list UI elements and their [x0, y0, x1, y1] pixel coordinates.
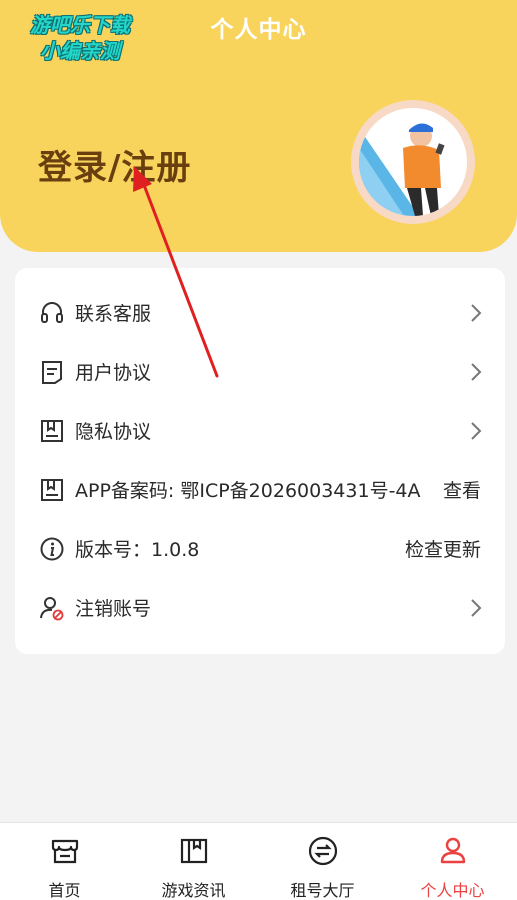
tab-profile[interactable]: 个人中心: [388, 823, 517, 900]
tab-label: 租号大厅: [290, 881, 355, 900]
check-update-button[interactable]: 检查更新: [405, 535, 481, 562]
chevron-right-icon: [471, 303, 482, 322]
menu-item-label: APP备案码: 鄂ICP备2026003431号-4A: [75, 480, 421, 502]
menu-card: 联系客服 用户协议 隐私协议 APP备案码: 鄂ICP备2026003431号-…: [15, 268, 505, 654]
menu-item-label: 用户协议: [75, 362, 152, 384]
profile-header: 游吧乐下载 小编亲测 个人中心 登录/注册: [0, 0, 517, 252]
store-icon: [51, 839, 78, 864]
tab-home[interactable]: 首页: [0, 823, 129, 900]
menu-item-delete-account[interactable]: 注销账号: [15, 578, 505, 637]
tab-label: 个人中心: [420, 881, 485, 900]
tab-game-news[interactable]: 游戏资讯: [129, 823, 258, 900]
info-icon: [40, 537, 64, 560]
menu-item-version: 版本号：1.0.8 检查更新: [15, 519, 505, 578]
version-label: 版本号：1.0.8: [75, 539, 200, 561]
bookmark-document-icon: [41, 419, 63, 442]
headset-icon: [41, 301, 63, 323]
menu-item-label: 联系客服: [75, 303, 152, 325]
avatar-image: [359, 108, 467, 216]
news-book-icon: [180, 838, 207, 864]
view-record-button[interactable]: 查看: [443, 476, 481, 503]
tab-label: 首页: [48, 881, 81, 900]
tab-rental-hall[interactable]: 租号大厅: [258, 823, 387, 900]
page-title: 个人中心: [210, 17, 307, 43]
menu-item-customer-service[interactable]: 联系客服: [15, 283, 505, 342]
avatar[interactable]: [351, 100, 475, 224]
login-register-link[interactable]: 登录/注册: [38, 140, 191, 189]
menu-item-label: 注销账号: [75, 598, 152, 620]
menu-item-privacy-policy[interactable]: 隐私协议: [15, 401, 505, 460]
user-cancel-icon: [40, 596, 64, 620]
bottom-tab-bar: 首页 游戏资讯 租号大厅 个人中心: [0, 822, 517, 900]
tab-label: 游戏资讯: [161, 881, 226, 900]
menu-item-icp-record[interactable]: APP备案码: 鄂ICP备2026003431号-4A 查看: [15, 460, 505, 519]
chevron-right-icon: [471, 421, 482, 440]
person-icon: [440, 837, 465, 864]
menu-item-user-agreement[interactable]: 用户协议: [15, 342, 505, 401]
bookmark-document-icon: [41, 478, 63, 501]
menu-item-label: 隐私协议: [75, 421, 152, 443]
document-icon: [42, 360, 62, 384]
chevron-right-icon: [471, 362, 482, 381]
chevron-right-icon: [471, 598, 482, 617]
exchange-icon: [308, 836, 337, 866]
